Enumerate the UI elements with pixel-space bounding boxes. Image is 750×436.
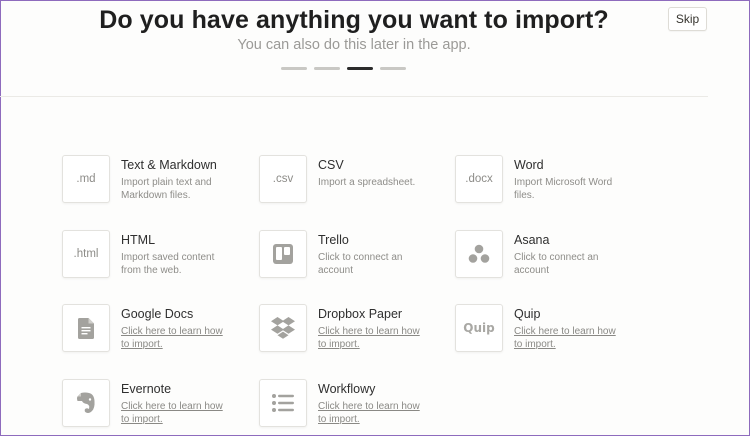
learn-how-link[interactable]: Click here to learn how to import.	[121, 400, 233, 426]
import-option-evernote[interactable]: Evernote Click here to learn how to impo…	[62, 379, 237, 429]
import-option-name: CSV	[318, 158, 344, 172]
progress-step-4	[380, 67, 406, 70]
learn-how-link[interactable]: Click here to learn how to import.	[318, 325, 430, 351]
import-option-quip[interactable]: Quip Quip Click here to learn how to imp…	[455, 304, 630, 354]
markdown-file-icon: .md	[62, 155, 110, 203]
progress-step-3	[347, 67, 373, 70]
trello-icon	[259, 230, 307, 278]
progress-step-2	[314, 67, 340, 70]
header-divider	[0, 96, 708, 97]
import-option-name: Workflowy	[318, 382, 376, 396]
import-option-description: Import Microsoft Word files.	[514, 177, 613, 201]
learn-how-link[interactable]: Click here to learn how to import.	[514, 325, 626, 351]
import-option-name: Asana	[514, 233, 550, 247]
import-option-markdown[interactable]: .md Text & Markdown Import plain text an…	[62, 155, 237, 205]
import-option-description: Import plain text and Markdown files.	[121, 177, 212, 201]
evernote-icon	[62, 379, 110, 427]
import-option-name: Google Docs	[121, 307, 194, 321]
page-subtitle: You can also do this later in the app.	[237, 37, 471, 53]
import-option-name: Evernote	[121, 382, 172, 396]
progress-step-1	[281, 67, 307, 70]
learn-how-link[interactable]: Click here to learn how to import.	[318, 400, 430, 426]
asana-icon	[455, 230, 503, 278]
import-option-asana[interactable]: Asana Click to connect an account	[455, 230, 630, 280]
onboarding-progress	[281, 67, 406, 70]
import-option-name: Text & Markdown	[121, 158, 217, 172]
docx-file-icon: .docx	[455, 155, 503, 203]
learn-how-link[interactable]: Click here to learn how to import.	[121, 325, 233, 351]
workflowy-icon	[259, 379, 307, 427]
import-option-dropbox-paper[interactable]: Dropbox Paper Click here to learn how to…	[259, 304, 434, 354]
import-option-html[interactable]: .html HTML Import saved content from the…	[62, 230, 237, 280]
import-option-name: Word	[514, 158, 544, 172]
import-option-name: HTML	[121, 233, 156, 247]
csv-file-icon: .csv	[259, 155, 307, 203]
quip-logo-icon: Quip	[455, 304, 503, 352]
import-option-description: Click to connect an account	[318, 252, 403, 276]
import-option-trello[interactable]: Trello Click to connect an account	[259, 230, 434, 280]
import-option-google-docs[interactable]: Google Docs Click here to learn how to i…	[62, 304, 237, 354]
quip-logo-text: Quip	[463, 321, 495, 335]
import-option-description: Click to connect an account	[514, 252, 599, 276]
import-option-workflowy[interactable]: Workflowy Click here to learn how to imp…	[259, 379, 434, 429]
import-option-description: Import saved content from the web.	[121, 252, 215, 276]
import-option-name: Dropbox Paper	[318, 307, 403, 321]
html-file-icon: .html	[62, 230, 110, 278]
import-option-description: Import a spreadsheet.	[318, 177, 416, 188]
dropbox-icon	[259, 304, 307, 352]
google-docs-icon	[62, 304, 110, 352]
window-frame	[0, 0, 750, 436]
import-option-word[interactable]: .docx Word Import Microsoft Word files.	[455, 155, 630, 205]
page-title: Do you have anything you want to import?	[99, 6, 609, 34]
skip-button[interactable]: Skip	[668, 7, 707, 31]
import-option-csv[interactable]: .csv CSV Import a spreadsheet.	[259, 155, 434, 205]
import-option-name: Quip	[514, 307, 541, 321]
import-option-name: Trello	[318, 233, 349, 247]
